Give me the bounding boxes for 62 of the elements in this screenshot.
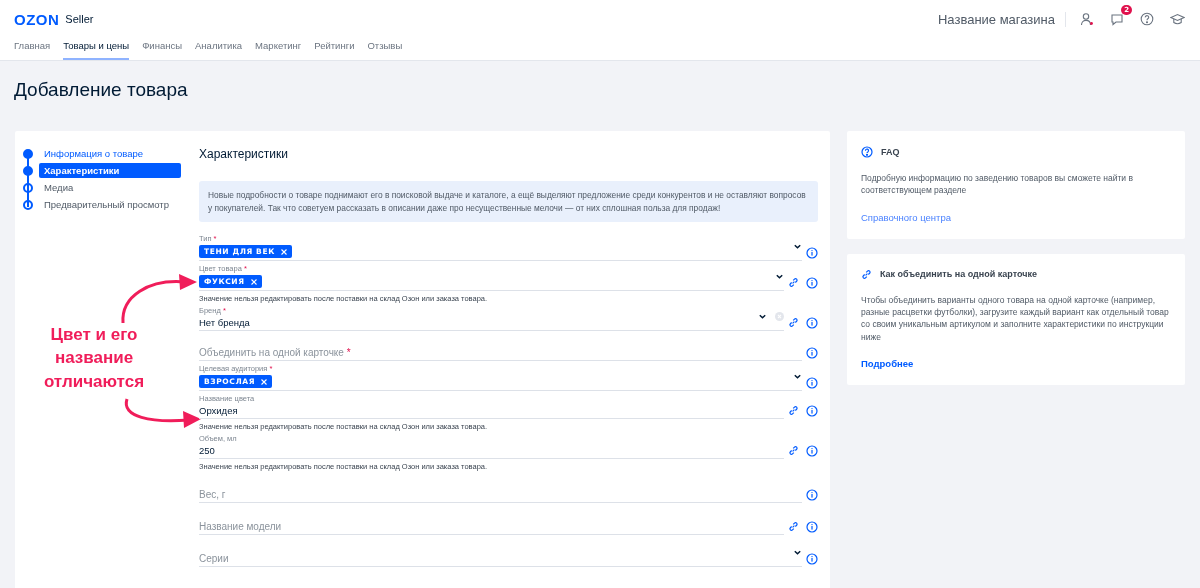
chevron-down-icon[interactable] bbox=[793, 548, 802, 558]
logo-suffix: Seller bbox=[65, 13, 94, 25]
info-icon[interactable] bbox=[806, 521, 818, 534]
remove-icon[interactable] bbox=[280, 248, 287, 255]
info-icon[interactable] bbox=[806, 317, 818, 330]
field-placeholder: Объединить на одной карточке * bbox=[199, 347, 352, 359]
field-value: Нет бренда bbox=[199, 317, 251, 329]
nav-tab[interactable]: Главная bbox=[14, 38, 51, 60]
step-link[interactable]: Информация о товаре bbox=[39, 146, 181, 161]
step-link[interactable]: Медиа bbox=[39, 180, 181, 195]
link-icon[interactable] bbox=[788, 445, 800, 458]
field-placeholder: Серии bbox=[199, 553, 230, 565]
info-icon[interactable] bbox=[806, 445, 818, 458]
chevron-down-icon[interactable] bbox=[793, 372, 802, 382]
card-text: Подробную информацию по заведению товаров вы сможете найти в соответствующем разделе bbox=[861, 172, 1134, 197]
info-icon[interactable] bbox=[806, 377, 818, 390]
info-icon[interactable] bbox=[806, 347, 818, 360]
link-icon[interactable] bbox=[788, 317, 800, 330]
nav-tab[interactable]: Отзывы bbox=[367, 38, 403, 60]
shop-name[interactable]: Название магазина bbox=[937, 11, 1066, 27]
link-icon[interactable] bbox=[788, 277, 800, 290]
info-box: Новые подробности о товаре поднимают его в поисковой выдаче и каталоге, а ещё выделяют предложение среди конкурентов и не оставляют вопросов у покупателей. Так что советуем рассказать в описании даже про несущественные мелочи — от них сплошная польза для продаж! bbox=[199, 181, 818, 223]
help-icon[interactable] bbox=[1138, 10, 1156, 28]
link-icon bbox=[861, 268, 872, 280]
card-title: FAQ bbox=[881, 147, 900, 157]
link-icon[interactable] bbox=[788, 521, 800, 534]
step-link[interactable]: Предварительный просмотр bbox=[39, 197, 181, 212]
card-link[interactable]: Подробнее bbox=[861, 357, 914, 369]
annotation-text: Цвет и его название отличаются bbox=[42, 324, 146, 393]
page-title: Добавление товара bbox=[13, 78, 189, 101]
field-value: Орхидея bbox=[199, 405, 239, 417]
help-icon bbox=[861, 146, 873, 158]
nav-tab[interactable]: Рейтинги bbox=[314, 38, 355, 60]
field-placeholder: Вес, г bbox=[199, 489, 227, 501]
input-field[interactable]: Название модели bbox=[199, 513, 784, 536]
info-icon[interactable] bbox=[806, 489, 818, 502]
nav-tab[interactable]: Аналитика bbox=[195, 38, 243, 60]
card-link[interactable]: Справочного центра bbox=[861, 211, 952, 223]
field-placeholder: Название модели bbox=[199, 521, 283, 533]
chevron-down-icon[interactable] bbox=[793, 242, 802, 252]
step-link[interactable]: Характеристики bbox=[39, 163, 181, 178]
nav-tab[interactable]: Финансы bbox=[142, 38, 183, 60]
section-title: Характеристики bbox=[199, 147, 289, 161]
info-icon[interactable] bbox=[806, 405, 818, 418]
info-icon[interactable] bbox=[806, 277, 818, 290]
input-field[interactable]: Объединить на одной карточке * bbox=[199, 339, 802, 362]
nav-tab[interactable]: Маркетинг bbox=[255, 38, 302, 60]
remove-icon[interactable] bbox=[250, 278, 257, 285]
info-icon[interactable] bbox=[806, 553, 818, 566]
field-value: 250 bbox=[199, 445, 216, 457]
link-icon[interactable] bbox=[788, 405, 800, 418]
info-icon[interactable] bbox=[806, 247, 818, 260]
input-field[interactable]: Серии bbox=[199, 545, 802, 568]
chevron-down-icon[interactable] bbox=[775, 272, 784, 282]
input-field[interactable]: Вес, г bbox=[199, 481, 802, 504]
card-title: Как объединить на одной карточке bbox=[880, 269, 1037, 280]
card-text: Чтобы объединить варианты одного товара на одной карточке (например, разные расцветки футболки), загрузите каждый вариант как отдельный товар со своим уникальным артикулом и заполните характеристики по инструкции ниже bbox=[861, 293, 1170, 343]
chevron-down-icon[interactable] bbox=[758, 312, 767, 322]
logo[interactable]: OZON bbox=[14, 10, 60, 28]
nav-tab[interactable]: Товары и цены bbox=[63, 38, 130, 60]
remove-icon[interactable] bbox=[261, 378, 268, 385]
user-icon[interactable] bbox=[1078, 10, 1096, 28]
